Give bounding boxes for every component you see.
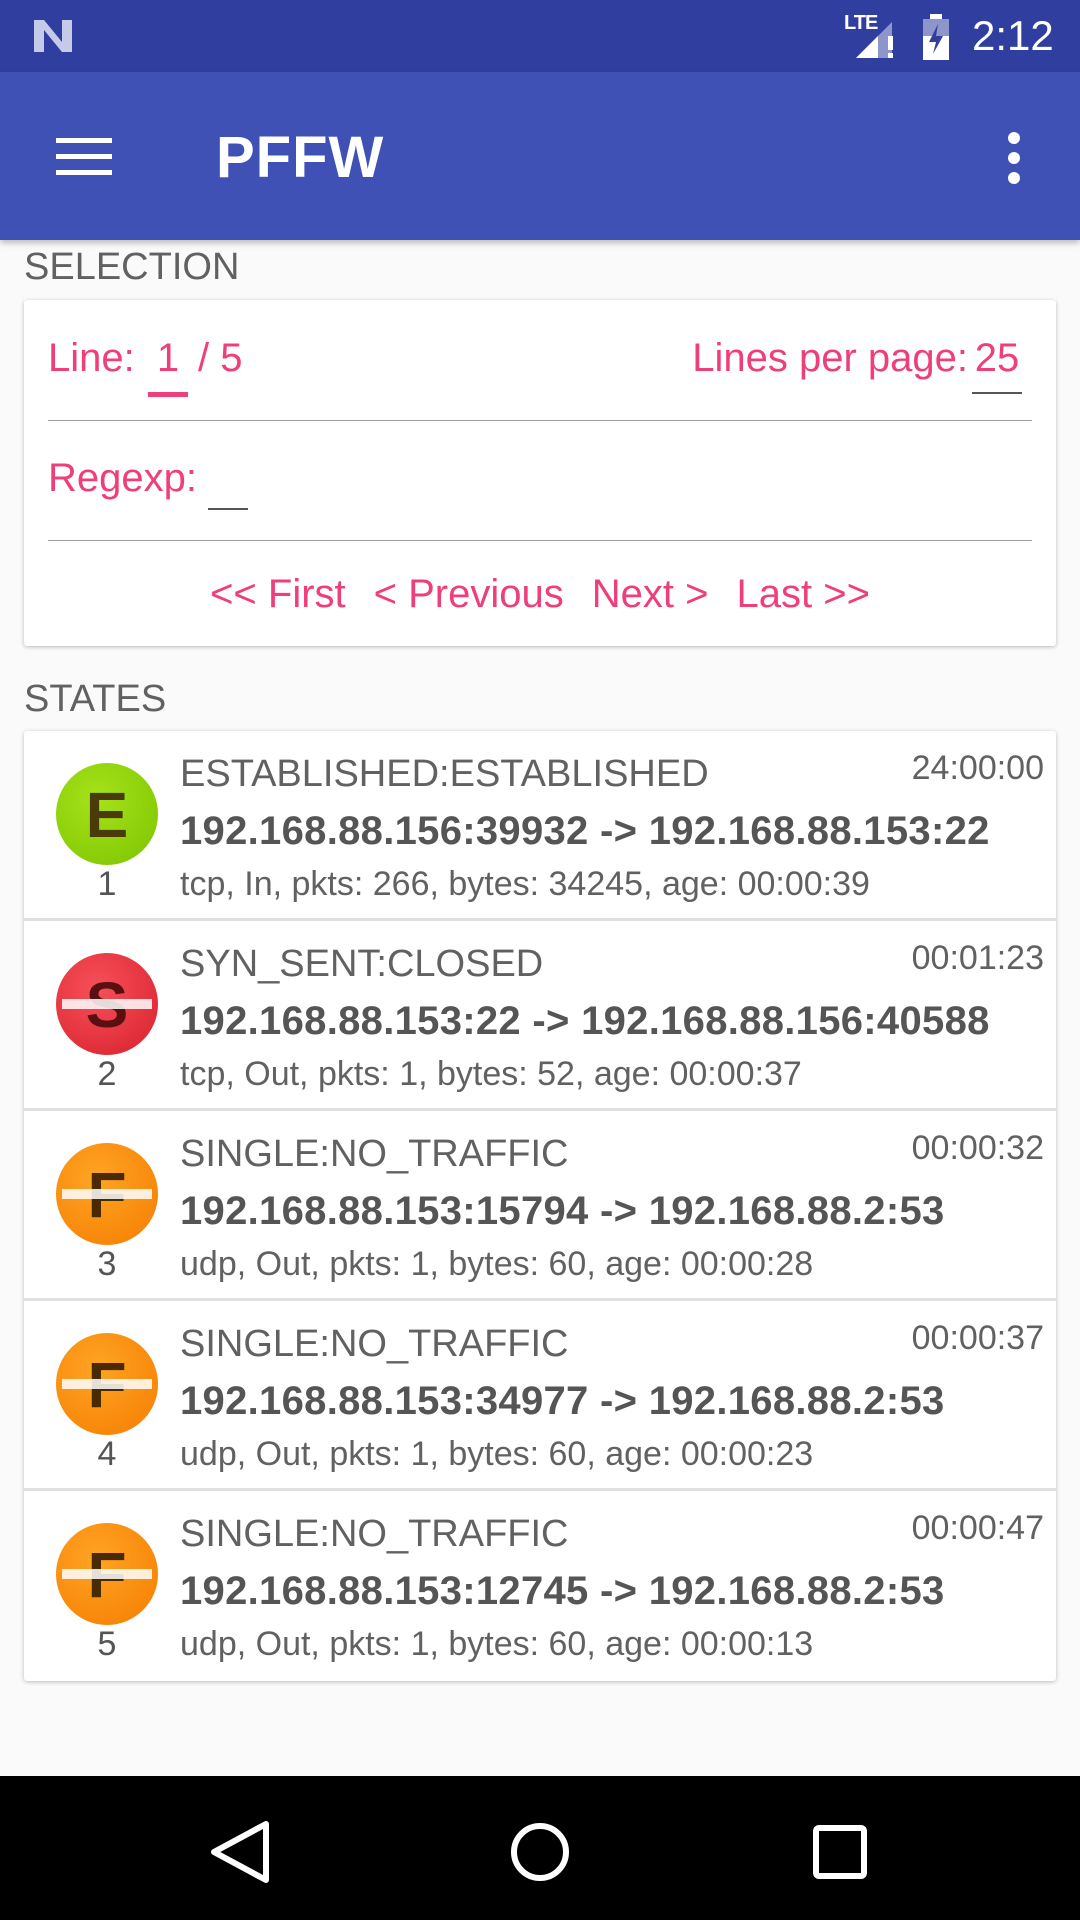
lines-per-page-label: Lines per page: — [692, 336, 968, 380]
state-row[interactable]: F 4 SINGLE:NO_TRAFFIC 00:00:37 192.168.8… — [24, 1301, 1056, 1491]
states-list: E 1 ESTABLISHED:ESTABLISHED 24:00:00 192… — [24, 731, 1056, 1681]
state-name: SINGLE:NO_TRAFFIC — [180, 1133, 569, 1175]
selection-header: SELECTION — [24, 246, 240, 288]
more-vert-icon[interactable] — [996, 128, 1032, 188]
signal-icon — [856, 22, 893, 58]
state-row[interactable]: E 1 ESTABLISHED:ESTABLISHED 24:00:00 192… — [24, 731, 1056, 921]
android-n-icon — [34, 20, 72, 52]
single-state-icon: F — [56, 1333, 158, 1435]
line-input-underline — [148, 392, 188, 397]
state-connection: 192.168.88.153:34977 -> 192.168.88.2:53 — [180, 1379, 945, 1423]
clock: 2:12 — [972, 12, 1054, 59]
selection-card: Line: 1 / 5 Lines per page: 25 Regexp: <… — [24, 300, 1056, 646]
line-label: Line: — [48, 336, 135, 380]
divider — [48, 540, 1032, 541]
line-total: / 5 — [198, 336, 243, 380]
state-number: 3 — [97, 1245, 117, 1283]
state-expire-time: 24:00:00 — [911, 749, 1044, 787]
established-state-icon: E — [56, 763, 158, 865]
state-number: 5 — [97, 1625, 117, 1663]
states-header: STATES — [24, 678, 167, 720]
app-bar: PFFW — [0, 72, 1080, 240]
state-details: udp, Out, pkts: 1, bytes: 60, age: 00:00… — [180, 1435, 814, 1473]
state-number: 1 — [97, 865, 117, 903]
state-connection: 192.168.88.156:39932 -> 192.168.88.153:2… — [180, 809, 990, 853]
state-row[interactable]: F 3 SINGLE:NO_TRAFFIC 00:00:32 192.168.8… — [24, 1111, 1056, 1301]
app-title: PFFW — [216, 125, 385, 190]
state-details: udp, Out, pkts: 1, bytes: 60, age: 00:00… — [180, 1245, 814, 1283]
state-connection: 192.168.88.153:22 -> 192.168.88.156:4058… — [180, 999, 990, 1043]
state-connection: 192.168.88.153:15794 -> 192.168.88.2:53 — [180, 1189, 945, 1233]
state-expire-time: 00:01:23 — [911, 939, 1044, 977]
first-button[interactable]: << First — [210, 572, 346, 616]
status-bar: LTE 2:12 — [0, 0, 1080, 72]
menu-icon[interactable] — [44, 132, 116, 180]
state-expire-time: 00:00:32 — [911, 1129, 1044, 1167]
syn-sent-state-icon: S — [56, 953, 158, 1055]
battery-icon — [923, 14, 949, 60]
lines-per-page-underline — [972, 392, 1022, 394]
state-details: tcp, In, pkts: 266, bytes: 34245, age: 0… — [180, 865, 870, 903]
navigation-bar — [0, 1776, 1080, 1920]
regexp-label: Regexp: — [48, 456, 197, 500]
single-state-icon: F — [56, 1143, 158, 1245]
regexp-input[interactable] — [208, 450, 248, 510]
recents-icon[interactable] — [800, 1812, 880, 1892]
state-row[interactable]: S 2 SYN_SENT:CLOSED 00:01:23 192.168.88.… — [24, 921, 1056, 1111]
state-name: SYN_SENT:CLOSED — [180, 943, 544, 985]
single-state-icon: F — [56, 1523, 158, 1625]
state-number: 2 — [97, 1055, 117, 1093]
state-name: SINGLE:NO_TRAFFIC — [180, 1513, 569, 1555]
state-connection: 192.168.88.153:12745 -> 192.168.88.2:53 — [180, 1569, 945, 1613]
back-icon[interactable] — [200, 1812, 280, 1892]
line-input[interactable]: 1 — [148, 336, 188, 381]
state-name: SINGLE:NO_TRAFFIC — [180, 1323, 569, 1365]
state-expire-time: 00:00:37 — [911, 1319, 1044, 1357]
next-button[interactable]: Next > — [592, 572, 709, 616]
state-expire-time: 00:00:47 — [911, 1509, 1044, 1547]
home-icon[interactable] — [500, 1812, 580, 1892]
state-number: 4 — [97, 1435, 117, 1473]
divider — [48, 420, 1032, 421]
lines-per-page-input[interactable]: 25 — [972, 336, 1022, 381]
state-name: ESTABLISHED:ESTABLISHED — [180, 753, 709, 795]
last-button[interactable]: Last >> — [736, 572, 869, 616]
state-row[interactable]: F 5 SINGLE:NO_TRAFFIC 00:00:47 192.168.8… — [24, 1491, 1056, 1681]
previous-button[interactable]: < Previous — [374, 572, 564, 616]
state-details: tcp, Out, pkts: 1, bytes: 52, age: 00:00… — [180, 1055, 802, 1093]
state-details: udp, Out, pkts: 1, bytes: 60, age: 00:00… — [180, 1625, 814, 1663]
pager: << First < Previous Next > Last >> — [24, 572, 1056, 617]
